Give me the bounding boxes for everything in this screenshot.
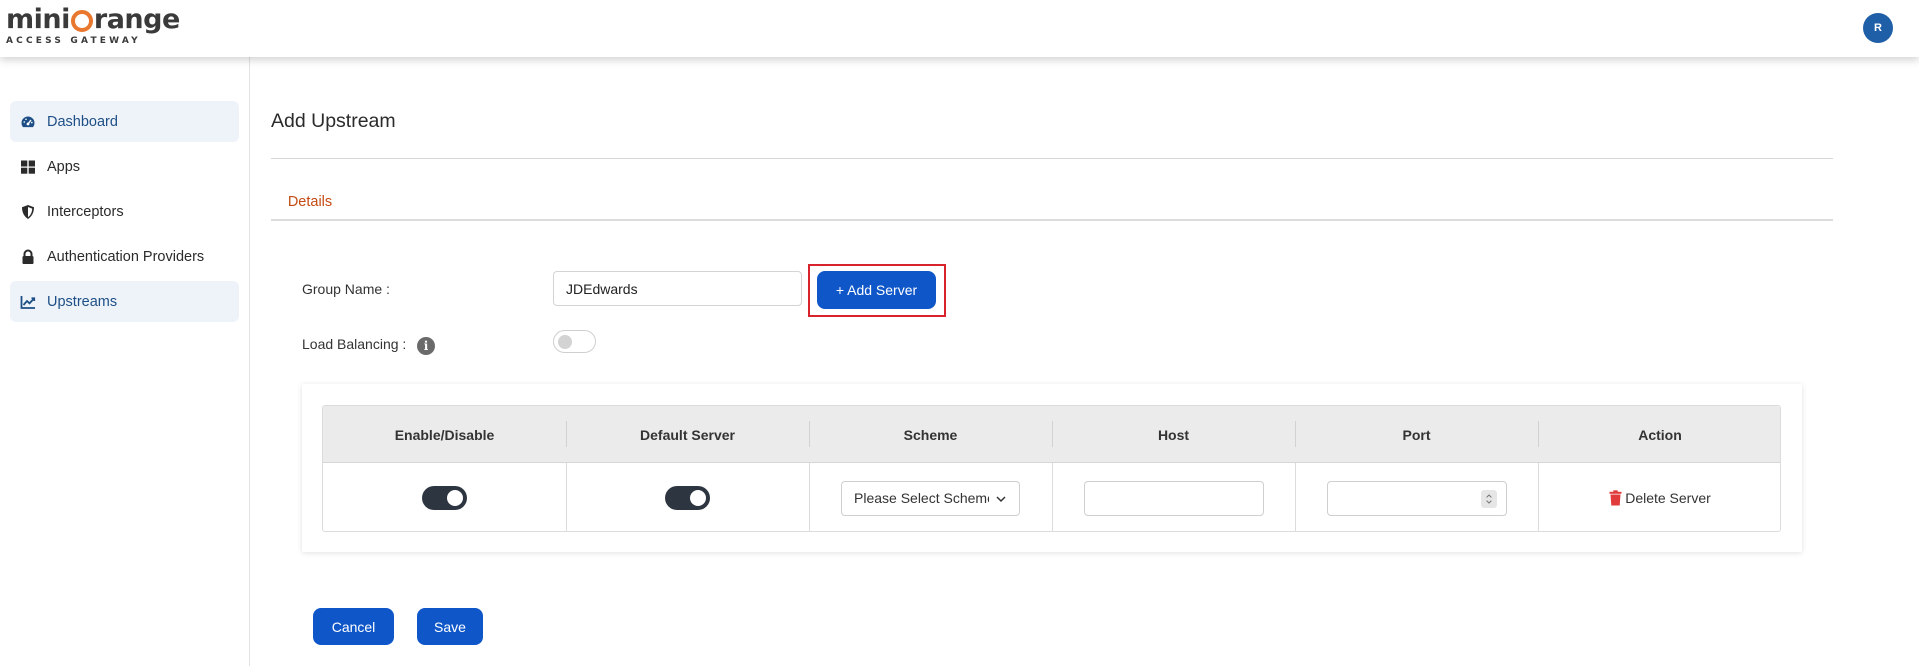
save-button[interactable]: Save: [417, 608, 483, 645]
scheme-select-value: Please Select Scheme: [854, 490, 989, 506]
column-header-port: Port: [1402, 426, 1431, 443]
apps-grid-icon: [20, 159, 36, 175]
group-name-label: Group Name :: [302, 281, 390, 297]
scheme-select[interactable]: Please Select Scheme: [841, 480, 1020, 516]
sidebar-item-upstreams[interactable]: Upstreams: [10, 281, 239, 322]
toggle-knob: [558, 335, 572, 349]
logo-o-mark-icon: [70, 10, 93, 32]
default-server-cell: [566, 463, 809, 531]
delete-server-button[interactable]: Delete Server: [1609, 490, 1711, 506]
scheme-cell: Please Select Scheme: [809, 463, 1052, 531]
load-balancing-toggle[interactable]: [553, 330, 596, 353]
port-stepper[interactable]: [1480, 489, 1497, 508]
servers-table: Enable/Disable Default Server Scheme Hos…: [322, 405, 1781, 532]
sidebar-item-interceptors[interactable]: Interceptors: [10, 191, 239, 232]
sidebar-item-label: Interceptors: [47, 203, 124, 220]
sidebar: Dashboard Apps Interceptors Authenticati…: [0, 57, 250, 666]
stepper-arrows-icon: [1485, 493, 1492, 504]
logo-wordmark: mini range: [6, 6, 180, 34]
host-input[interactable]: [1083, 480, 1264, 516]
user-avatar[interactable]: R: [1863, 13, 1893, 43]
default-server-toggle[interactable]: [665, 486, 710, 510]
enable-server-toggle[interactable]: [422, 486, 467, 510]
sidebar-item-label: Authentication Providers: [47, 248, 205, 265]
cancel-button[interactable]: Cancel: [313, 608, 394, 645]
host-cell: [1052, 463, 1295, 531]
delete-server-label: Delete Server: [1625, 490, 1711, 506]
chart-line-icon: [20, 294, 36, 310]
page-title: Add Upstream: [271, 110, 396, 132]
port-cell: [1295, 463, 1538, 531]
trash-icon: [1609, 490, 1622, 506]
column-header-host: Host: [1157, 426, 1190, 443]
column-header-action: Action: [1638, 426, 1682, 443]
lock-icon: [20, 249, 36, 265]
sidebar-item-label: Dashboard: [47, 113, 118, 130]
sidebar-item-authentication-providers[interactable]: Authentication Providers: [10, 236, 239, 277]
column-header-enable-disable: Enable/Disable: [394, 426, 495, 443]
column-header-scheme: Scheme: [903, 426, 958, 443]
sidebar-item-dashboard[interactable]: Dashboard: [10, 101, 239, 142]
logo-text-range: range: [93, 4, 180, 35]
info-icon[interactable]: i: [417, 337, 435, 355]
dashboard-gauge-icon: [20, 114, 36, 130]
miniorange-logo[interactable]: mini range ACCESS GATEWAY: [6, 6, 180, 47]
toggle-knob: [447, 490, 463, 506]
add-server-button[interactable]: + Add Server: [817, 271, 936, 309]
table-header: Enable/Disable Default Server Scheme Hos…: [323, 406, 1780, 463]
logo-subtitle: ACCESS GATEWAY: [6, 36, 141, 46]
shield-icon: [20, 204, 36, 220]
tab-divider: [271, 219, 1833, 221]
chevron-down-icon: [996, 495, 1006, 502]
sidebar-item-label: Upstreams: [47, 293, 118, 310]
tab-details[interactable]: Details: [271, 194, 349, 221]
table-row: [323, 463, 566, 531]
action-cell: Delete Server: [1538, 463, 1780, 531]
load-balancing-label: Load Balancing :: [302, 336, 407, 352]
port-input[interactable]: [1326, 480, 1507, 516]
logo-text-mini: mini: [6, 4, 70, 35]
top-header: mini range ACCESS GATEWAY R: [0, 0, 1919, 57]
title-divider: [271, 158, 1833, 159]
group-name-input[interactable]: [553, 271, 802, 306]
toggle-knob: [690, 490, 706, 506]
column-header-default-server: Default Server: [640, 426, 735, 443]
sidebar-item-apps[interactable]: Apps: [10, 146, 239, 187]
sidebar-item-label: Apps: [47, 158, 81, 175]
